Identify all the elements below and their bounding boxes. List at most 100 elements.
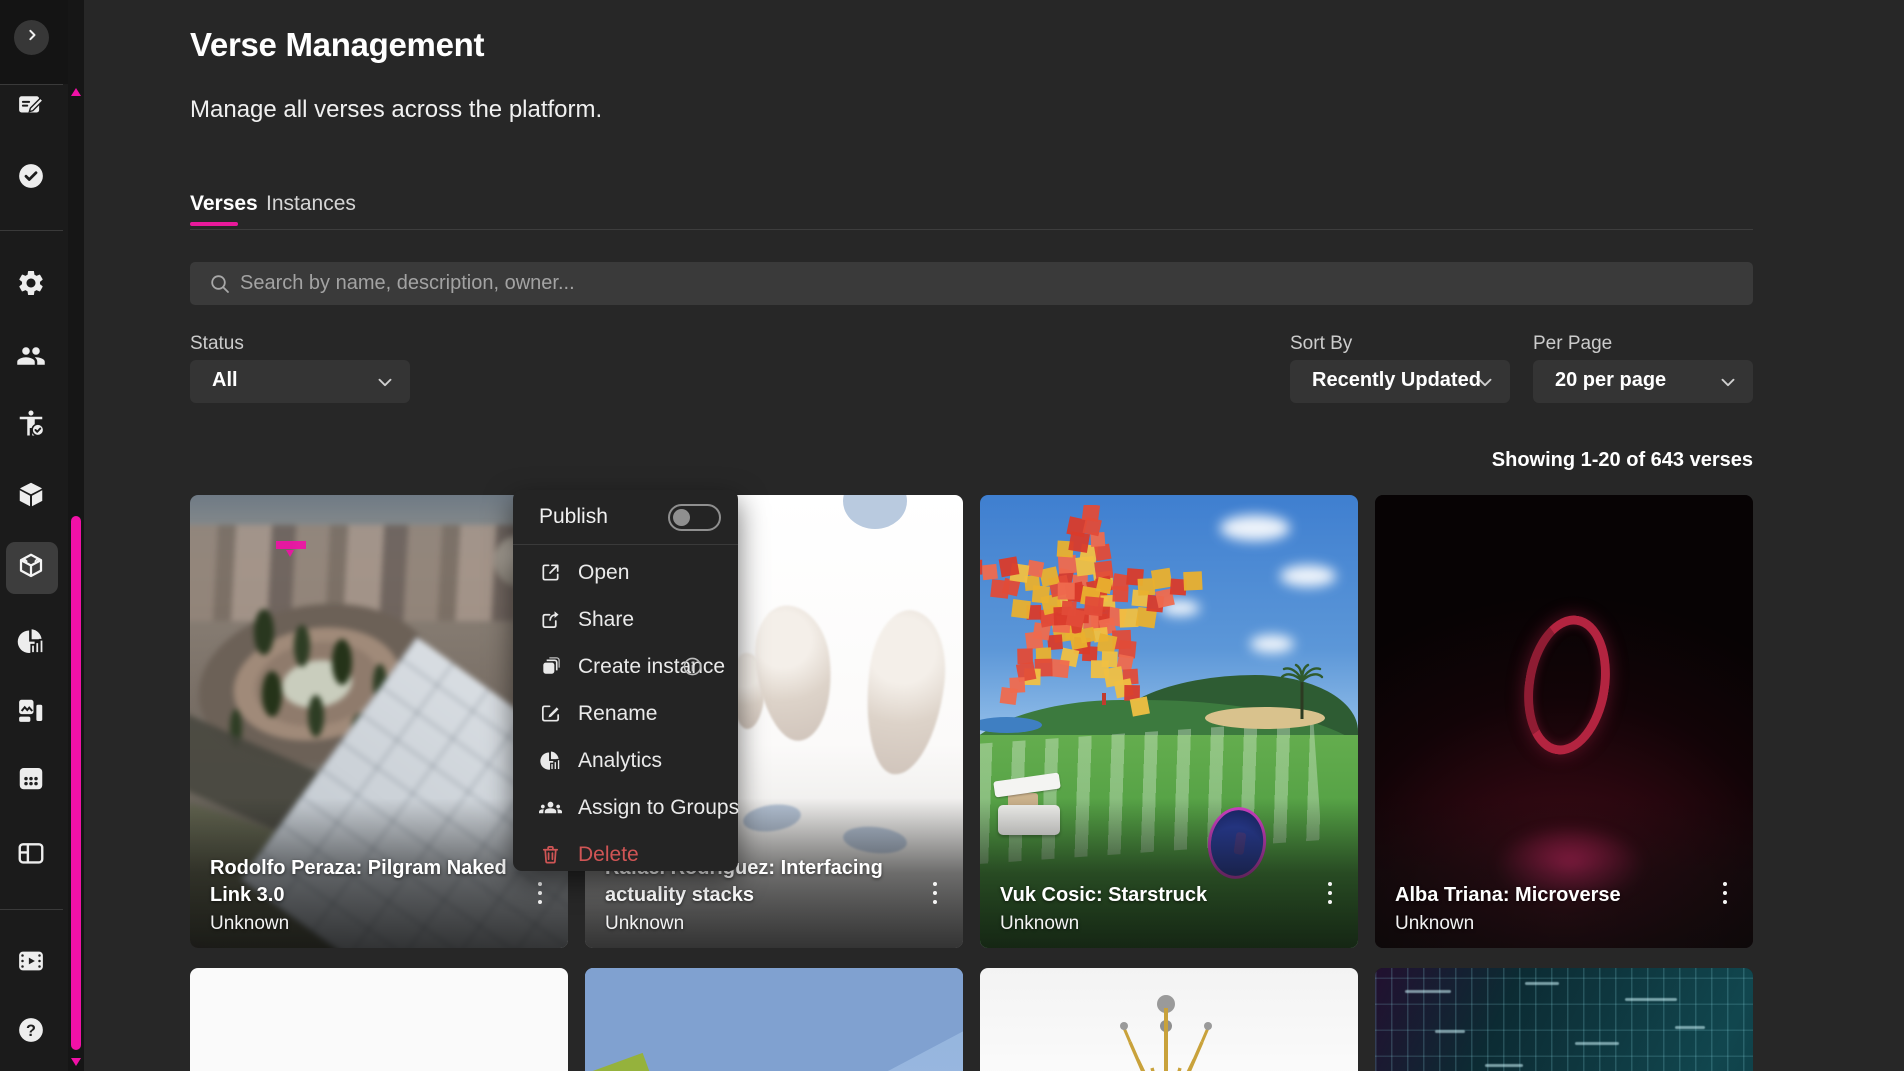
publish-label: Publish xyxy=(539,505,608,529)
search-bar[interactable] xyxy=(190,262,1753,305)
status-dropdown-value: All xyxy=(212,369,238,392)
sidebar-scrollbar[interactable] xyxy=(68,0,84,1071)
chevron-down-icon xyxy=(374,371,396,393)
settings-gear-icon xyxy=(16,268,46,303)
menu-item-label: Assign to Groups xyxy=(578,796,739,820)
status-dropdown[interactable]: All xyxy=(190,360,410,403)
sidebar-expand-button[interactable] xyxy=(14,20,49,55)
card-menu-kebab-icon[interactable] xyxy=(1715,880,1735,906)
menu-divider xyxy=(513,544,738,545)
pixel-square-star xyxy=(980,505,1220,755)
search-input[interactable] xyxy=(240,262,1720,305)
verse-card[interactable] xyxy=(585,968,963,1071)
status-filter-label: Status xyxy=(190,333,244,355)
menu-item-share[interactable]: Share xyxy=(513,596,738,643)
verse-card-grid: Rodolfo Peraza: Pilgram Naked Link 3.0 U… xyxy=(190,495,1753,1071)
sidebar-item-notes[interactable] xyxy=(15,91,47,123)
verse-card[interactable]: Alba Triana: Microverse Unknown xyxy=(1375,495,1753,948)
page-subtitle: Manage all verses across the platform. xyxy=(190,96,602,124)
verse-thumbnail-blue-interior xyxy=(585,968,963,1071)
verse-owner: Unknown xyxy=(1000,913,1300,935)
assign-groups-icon xyxy=(539,796,562,819)
card-info-overlay: Vuk Cosic: Starstruck Unknown xyxy=(980,798,1358,948)
per-page-dropdown[interactable]: 20 per page xyxy=(1533,360,1753,403)
verse-card[interactable]: Vuk Cosic: Starstruck Unknown xyxy=(980,495,1358,948)
people-icon xyxy=(16,341,46,376)
verse-owner: Unknown xyxy=(605,913,905,935)
menu-item-label: Rename xyxy=(578,702,657,726)
per-page-dropdown-value: 20 per page xyxy=(1555,369,1666,392)
sidebar-divider xyxy=(0,230,63,231)
menu-item-analytics[interactable]: Analytics xyxy=(513,737,738,784)
card-menu-kebab-icon[interactable] xyxy=(530,880,550,906)
sidebar-item-members[interactable] xyxy=(15,409,47,441)
chevron-right-icon xyxy=(22,25,42,50)
menu-item-delete[interactable]: Delete xyxy=(513,831,738,878)
verse-title: Vuk Cosic: Starstruck xyxy=(1000,882,1300,909)
sidebar-item-layouts[interactable] xyxy=(15,839,47,871)
menu-item-open[interactable]: Open xyxy=(513,549,738,596)
card-info-overlay: Alba Triana: Microverse Unknown xyxy=(1375,798,1753,948)
media-devices-icon xyxy=(16,696,46,731)
publish-row: Publish xyxy=(513,499,738,539)
sidebar-item-help[interactable]: ? xyxy=(15,1016,47,1048)
sort-by-dropdown-value: Recently Updated xyxy=(1312,369,1481,392)
sidebar-item-calendar[interactable] xyxy=(15,764,47,796)
verse-thumbnail-teal-grid xyxy=(1375,968,1753,1071)
check-circle-icon xyxy=(16,161,46,196)
info-icon[interactable] xyxy=(681,655,704,678)
verse-owner: Unknown xyxy=(210,913,510,935)
verse-card[interactable] xyxy=(980,968,1358,1071)
tab-verses[interactable]: Verses xyxy=(190,192,258,216)
card-menu-kebab-icon[interactable] xyxy=(925,880,945,906)
sidebar-item-users[interactable] xyxy=(15,342,47,374)
scroll-down-arrow-icon[interactable] xyxy=(71,1058,81,1066)
sidebar: ? xyxy=(0,0,68,1071)
verse-card[interactable] xyxy=(190,968,568,1071)
menu-item-label: Analytics xyxy=(578,749,662,773)
verses-cube-icon xyxy=(16,551,46,586)
scroll-up-arrow-icon[interactable] xyxy=(71,88,81,96)
verse-thumbnail-gold-ornament xyxy=(980,968,1358,1071)
palm-tree xyxy=(1280,663,1324,719)
verse-card[interactable] xyxy=(1375,968,1753,1071)
sidebar-divider xyxy=(0,84,63,85)
menu-item-create-instance[interactable]: Create instance xyxy=(513,643,738,690)
verse-management-app: ? Verse Management Manage all verses acr… xyxy=(0,0,1904,1071)
chevron-down-icon xyxy=(1474,371,1496,393)
open-icon xyxy=(539,561,562,584)
menu-item-assign-to-groups[interactable]: Assign to Groups xyxy=(513,784,738,831)
tabs-divider xyxy=(190,229,1753,230)
sidebar-item-approvals[interactable] xyxy=(15,162,47,194)
card-menu-kebab-icon[interactable] xyxy=(1320,880,1340,906)
sidebar-item-analytics[interactable] xyxy=(15,627,47,659)
chevron-down-icon xyxy=(1717,371,1739,393)
sidebar-item-verses[interactable] xyxy=(15,552,47,584)
menu-item-label: Open xyxy=(578,561,629,585)
scrollbar-thumb[interactable] xyxy=(71,516,81,1050)
card-info-overlay: Rodolfo Peraza: Pilgram Naked Link 3.0 U… xyxy=(190,798,568,948)
active-tab-underline xyxy=(190,222,238,226)
sidebar-item-packages[interactable] xyxy=(15,481,47,513)
member-check-icon xyxy=(16,408,46,443)
sort-by-dropdown[interactable]: Recently Updated xyxy=(1290,360,1510,403)
toggle-knob xyxy=(673,509,690,526)
create-instance-icon xyxy=(539,655,562,678)
help-icon: ? xyxy=(16,1015,46,1050)
calendar-icon xyxy=(16,763,46,798)
tab-instances[interactable]: Instances xyxy=(266,192,356,216)
player-nametag-marker xyxy=(276,541,306,549)
share-icon xyxy=(539,608,562,631)
sidebar-item-media[interactable] xyxy=(15,697,47,729)
rename-icon xyxy=(539,702,562,725)
sidebar-item-media-player[interactable] xyxy=(15,947,47,979)
verse-card[interactable]: Rodolfo Peraza: Pilgram Naked Link 3.0 U… xyxy=(190,495,568,948)
menu-item-rename[interactable]: Rename xyxy=(513,690,738,737)
sidebar-item-settings[interactable] xyxy=(15,269,47,301)
verse-owner: Unknown xyxy=(1395,913,1695,935)
layout-panels-icon xyxy=(16,838,46,873)
verse-title: Rodolfo Peraza: Pilgram Naked Link 3.0 xyxy=(210,855,510,909)
media-player-icon xyxy=(16,946,46,981)
sidebar-divider xyxy=(0,909,63,910)
publish-toggle[interactable] xyxy=(668,504,721,531)
